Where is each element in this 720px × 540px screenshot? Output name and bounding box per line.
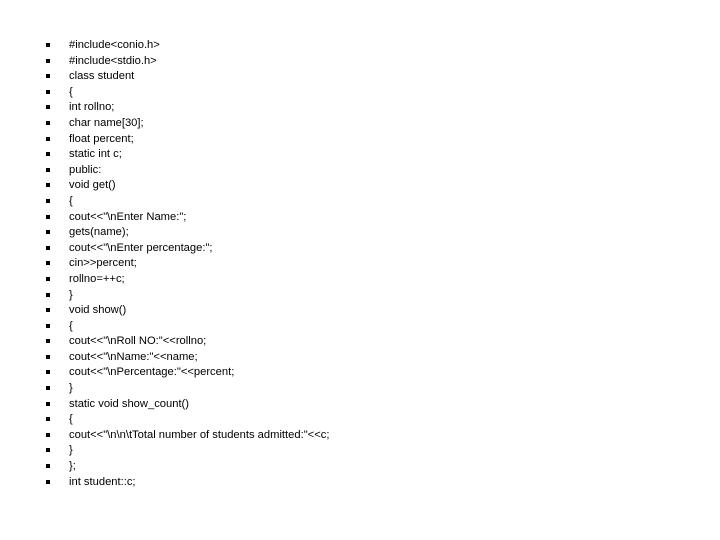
square-bullet-icon: [46, 136, 50, 141]
list-item: }: [46, 443, 686, 459]
square-bullet-icon: [46, 152, 50, 157]
list-item: cout<<"\n\n\tTotal number of students ad…: [46, 428, 686, 444]
list-item: static void show_count(): [46, 397, 686, 413]
square-bullet-icon: [46, 198, 50, 203]
square-bullet-icon: [46, 183, 50, 188]
square-bullet-icon: [46, 292, 50, 297]
list-item: {: [46, 412, 686, 428]
code-line-text: void get(): [69, 179, 116, 192]
code-line-text: int student::c;: [69, 475, 136, 488]
list-item: gets(name);: [46, 225, 686, 241]
code-line-text: cout<<"\nName:"<<name;: [69, 350, 198, 363]
square-bullet-icon: [46, 105, 50, 110]
list-item: int rollno;: [46, 100, 686, 116]
code-line-text: cout<<"\n\n\tTotal number of students ad…: [69, 428, 330, 441]
square-bullet-icon: [46, 323, 50, 328]
list-item: cout<<"\nRoll NO:"<<rollno;: [46, 334, 686, 350]
code-line-text: public:: [69, 163, 102, 176]
list-item: {: [46, 319, 686, 335]
code-line-text: static void show_count(): [69, 397, 190, 410]
code-line-text: };: [69, 460, 76, 473]
square-bullet-icon: [46, 120, 50, 125]
list-item: void get(): [46, 178, 686, 194]
square-bullet-icon: [46, 58, 50, 63]
code-line-text: int rollno;: [69, 101, 115, 114]
square-bullet-icon: [46, 386, 50, 391]
code-line-text: #include<conio.h>: [69, 39, 160, 51]
code-line-text: gets(name);: [69, 226, 129, 239]
square-bullet-icon: [46, 370, 50, 375]
square-bullet-icon: [46, 448, 50, 453]
code-line-text: static int c;: [69, 148, 122, 161]
list-item: cout<<"\nEnter Name:";: [46, 210, 686, 226]
code-line-text: {: [69, 319, 73, 332]
code-line-text: }: [69, 444, 73, 457]
code-line-text: cout<<"\nEnter percentage:";: [69, 241, 213, 254]
list-item: {: [46, 85, 686, 101]
square-bullet-icon: [46, 261, 50, 266]
code-line-text: cin>>percent;: [69, 257, 137, 270]
list-item: cout<<"\nPercentage:"<<percent;: [46, 365, 686, 381]
square-bullet-icon: [46, 43, 50, 47]
square-bullet-icon: [46, 276, 50, 281]
list-item: int student::c;: [46, 475, 686, 491]
list-item: }: [46, 381, 686, 397]
code-line-text: {: [69, 194, 73, 207]
square-bullet-icon: [46, 214, 50, 219]
code-line-text: class student: [69, 70, 135, 83]
code-line-text: void show(): [69, 304, 127, 317]
list-item: {: [46, 194, 686, 210]
code-line-text: #include<stdio.h>: [69, 54, 157, 67]
code-bullet-list: #include<conio.h> #include<stdio.h> class …: [46, 38, 686, 490]
square-bullet-icon: [46, 245, 50, 250]
list-item: static int c;: [46, 147, 686, 163]
square-bullet-icon: [46, 74, 50, 79]
list-item: char name[30];: [46, 116, 686, 132]
code-line-text: }: [69, 288, 73, 301]
code-line-text: cout<<"\nEnter Name:";: [69, 210, 187, 223]
code-line-text: cout<<"\nPercentage:"<<percent;: [69, 366, 235, 379]
square-bullet-icon: [46, 432, 50, 437]
square-bullet-icon: [46, 354, 50, 359]
list-item: }: [46, 288, 686, 304]
list-item: cout<<"\nName:"<<name;: [46, 350, 686, 366]
code-line-text: float percent;: [69, 132, 134, 145]
list-item: cout<<"\nEnter percentage:";: [46, 241, 686, 257]
list-item: class student: [46, 69, 686, 85]
square-bullet-icon: [46, 230, 50, 235]
square-bullet-icon: [46, 417, 50, 422]
square-bullet-icon: [46, 167, 50, 172]
code-line-text: rollno=++c;: [69, 272, 125, 285]
square-bullet-icon: [46, 464, 50, 469]
square-bullet-icon: [46, 339, 50, 344]
code-line-text: }: [69, 382, 73, 395]
list-item: public:: [46, 163, 686, 179]
code-line-text: {: [69, 413, 73, 426]
slide-canvas: #include<conio.h> #include<stdio.h> class …: [0, 0, 720, 540]
square-bullet-icon: [46, 479, 50, 484]
code-line-text: char name[30];: [69, 116, 144, 129]
square-bullet-icon: [46, 308, 50, 313]
list-item: #include<conio.h>: [46, 38, 686, 54]
code-line-text: {: [69, 85, 73, 98]
code-line-text: cout<<"\nRoll NO:"<<rollno;: [69, 335, 207, 348]
list-item: float percent;: [46, 132, 686, 148]
list-item: #include<stdio.h>: [46, 54, 686, 70]
list-item: };: [46, 459, 686, 475]
square-bullet-icon: [46, 89, 50, 94]
square-bullet-icon: [46, 401, 50, 406]
list-item: void show(): [46, 303, 686, 319]
list-item: cin>>percent;: [46, 256, 686, 272]
list-item: rollno=++c;: [46, 272, 686, 288]
